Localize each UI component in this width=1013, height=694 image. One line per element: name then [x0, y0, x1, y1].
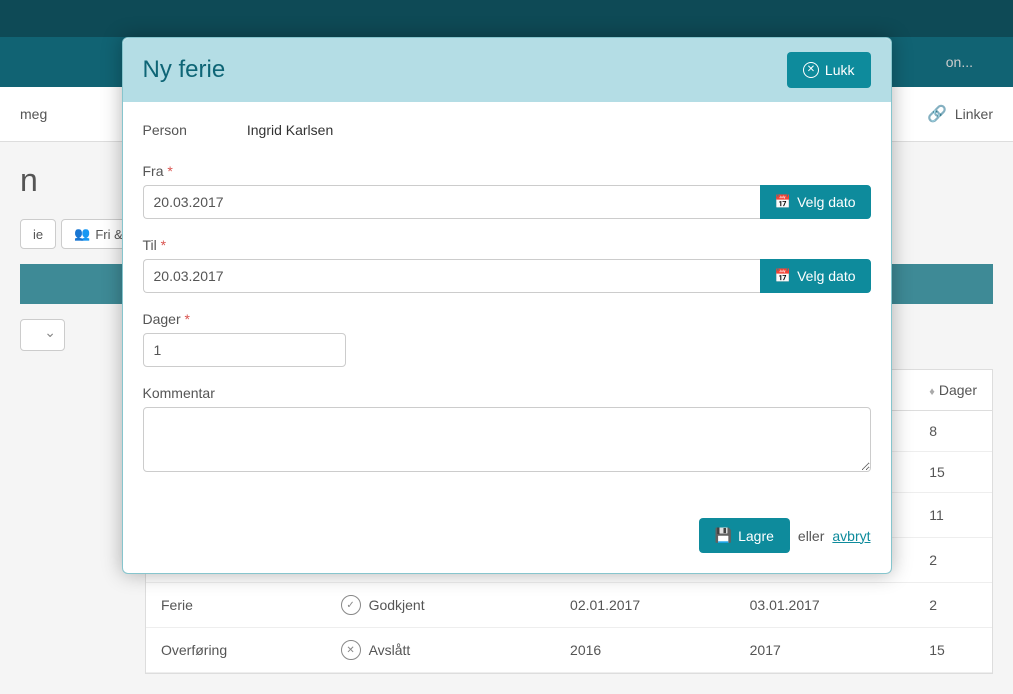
required-indicator: *: [167, 163, 172, 179]
modal-header: Ny ferie ✕ Lukk: [123, 38, 891, 102]
fra-input-group: 📅 Velg dato: [143, 185, 871, 219]
til-input-group: 📅 Velg dato: [143, 259, 871, 293]
new-vacation-modal: Ny ferie ✕ Lukk Person Ingrid Karlsen Fr…: [122, 37, 892, 574]
til-row: Til * 📅 Velg dato: [143, 237, 871, 293]
close-button[interactable]: ✕ Lukk: [787, 52, 871, 88]
save-icon: 💾: [715, 527, 732, 544]
kommentar-row: Kommentar: [143, 385, 871, 475]
close-icon: ✕: [803, 62, 819, 78]
person-row: Person Ingrid Karlsen: [143, 122, 871, 138]
modal-body: Person Ingrid Karlsen Fra * 📅 Velg dato: [123, 102, 891, 503]
til-input[interactable]: [143, 259, 760, 293]
cancel-link[interactable]: avbryt: [832, 528, 870, 544]
kommentar-label: Kommentar: [143, 385, 871, 401]
dager-row: Dager *: [143, 311, 871, 367]
required-indicator: *: [185, 311, 190, 327]
fra-label: Fra *: [143, 163, 871, 179]
eller-text: eller: [798, 528, 824, 544]
person-label: Person: [143, 122, 187, 138]
fra-date-picker-button[interactable]: 📅 Velg dato: [760, 185, 871, 219]
til-label: Til *: [143, 237, 871, 253]
calendar-icon: 📅: [775, 194, 791, 210]
modal-footer: 💾 Lagre eller avbryt: [123, 503, 891, 573]
calendar-icon: 📅: [775, 268, 791, 284]
fra-row: Fra * 📅 Velg dato: [143, 163, 871, 219]
dager-input[interactable]: [143, 333, 346, 367]
modal-overlay: Ny ferie ✕ Lukk Person Ingrid Karlsen Fr…: [0, 0, 1013, 672]
kommentar-textarea[interactable]: [143, 407, 871, 472]
modal-title: Ny ferie: [143, 56, 226, 84]
dager-label: Dager *: [143, 311, 871, 327]
til-date-picker-button[interactable]: 📅 Velg dato: [760, 259, 871, 293]
required-indicator: *: [161, 237, 166, 253]
person-name: Ingrid Karlsen: [247, 122, 333, 138]
fra-input[interactable]: [143, 185, 760, 219]
save-button[interactable]: 💾 Lagre: [699, 518, 790, 553]
